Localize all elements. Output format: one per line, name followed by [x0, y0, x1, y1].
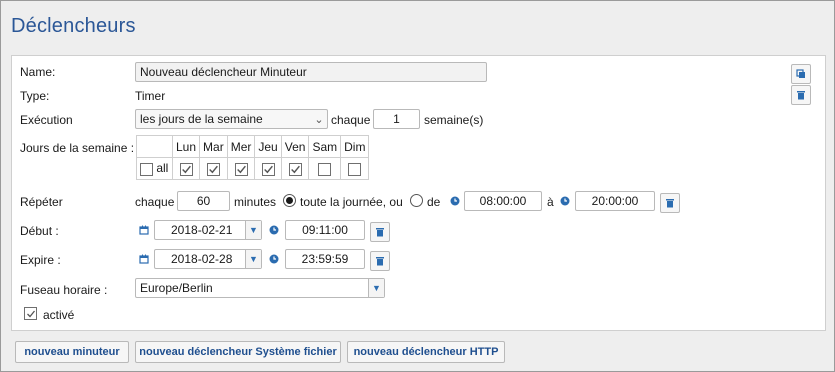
start-date-value: 2018-02-21 — [171, 223, 233, 237]
clock-icon — [450, 196, 460, 206]
trash-icon — [797, 91, 805, 100]
expire-date-value: 2018-02-28 — [171, 252, 233, 266]
day-checkbox[interactable] — [179, 162, 193, 176]
execution-value: les jours de la semaine — [140, 112, 263, 126]
new-http-trigger-button[interactable]: nouveau déclencheur HTTP — [347, 341, 505, 363]
type-value: Timer — [135, 89, 166, 103]
from-label: de — [427, 195, 441, 209]
all-day-radio[interactable] — [283, 194, 296, 207]
all-days-label: all — [156, 161, 169, 176]
calendar-icon — [139, 254, 149, 264]
days-table: Lun Mar Mer Jeu Ven Sam Dim all — [136, 135, 370, 180]
chevron-down-icon: ▼ — [245, 221, 261, 239]
checkbox-check-icon — [26, 310, 35, 317]
days-label: Jours de la semaine : — [20, 141, 135, 155]
day-checkbox[interactable] — [206, 162, 220, 176]
start-time-input[interactable] — [285, 220, 365, 240]
to-time-input[interactable] — [575, 191, 655, 211]
timezone-label: Fuseau horaire : — [20, 283, 108, 297]
trash-icon — [376, 257, 384, 266]
name-label: Name: — [20, 65, 56, 79]
from-time-input[interactable] — [464, 191, 542, 211]
expire-date-picker[interactable]: 2018-02-28 ▼ — [154, 249, 262, 269]
clear-start-button[interactable] — [370, 222, 390, 242]
copy-icon — [796, 69, 805, 78]
new-timer-button[interactable]: nouveau minuteur — [15, 341, 129, 363]
day-checkbox[interactable] — [288, 162, 302, 176]
start-label: Début : — [20, 224, 59, 238]
day-checkbox[interactable] — [234, 162, 248, 176]
chevron-down-icon: ▼ — [368, 279, 384, 297]
trash-icon — [376, 228, 384, 237]
clock-icon — [560, 196, 570, 206]
duplicate-trigger-button[interactable] — [791, 64, 811, 84]
active-label: activé — [43, 308, 75, 322]
day-header: Lun — [171, 135, 201, 158]
expire-time-input[interactable] — [285, 249, 365, 269]
minutes-label: minutes — [234, 195, 277, 209]
checkbox-check-icon — [290, 165, 300, 173]
timezone-select[interactable]: Europe/Berlin ▼ — [135, 278, 385, 298]
weeks-unit-label: semaine(s) — [424, 113, 484, 127]
day-checkbox[interactable] — [261, 162, 275, 176]
day-header: Jeu — [254, 135, 282, 158]
chevron-down-icon: ⌄ — [314, 113, 324, 126]
clock-icon — [269, 254, 279, 264]
execution-select[interactable]: les jours de la semaine ⌄ — [135, 109, 328, 129]
page-title: Déclencheurs — [11, 15, 136, 37]
expire-label: Expire : — [20, 253, 61, 267]
clock-icon — [269, 225, 279, 235]
every-label: chaque — [331, 113, 371, 127]
timezone-value: Europe/Berlin — [140, 281, 213, 295]
day-header: Sam — [308, 135, 342, 158]
all-days-checkbox[interactable] — [140, 162, 153, 176]
chevron-down-icon: ▼ — [245, 250, 261, 268]
clear-expire-button[interactable] — [370, 251, 390, 271]
day-header: Mer — [226, 135, 256, 158]
new-filesystem-trigger-button[interactable]: nouveau déclencheur Système fichier — [135, 341, 341, 363]
trigger-panel: Name: Type: Timer Exécution les jours de… — [11, 55, 826, 331]
repeat-minutes-input[interactable] — [177, 191, 230, 211]
execution-label: Exécution — [20, 113, 73, 127]
all-day-label: toute la journée, ou — [300, 195, 403, 209]
triggers-window: Déclencheurs Name: Type: Timer Exécution… — [0, 0, 835, 372]
clear-repeat-button[interactable] — [660, 193, 680, 213]
start-date-picker[interactable]: 2018-02-21 ▼ — [154, 220, 262, 240]
delete-trigger-button[interactable] — [791, 85, 811, 105]
day-header: Mar — [199, 135, 228, 158]
day-header: Dim — [340, 135, 370, 158]
day-checkbox[interactable] — [318, 162, 332, 176]
to-label: à — [547, 195, 554, 209]
weeks-input[interactable] — [373, 109, 420, 129]
checkbox-check-icon — [236, 165, 246, 173]
repeat-every-label: chaque — [135, 195, 175, 209]
day-header: Ven — [280, 135, 310, 158]
name-input[interactable] — [135, 62, 487, 82]
day-checkbox[interactable] — [348, 162, 362, 176]
active-checkbox[interactable] — [24, 307, 37, 320]
type-label: Type: — [20, 89, 50, 103]
checkbox-check-icon — [209, 165, 218, 173]
calendar-icon — [139, 225, 149, 235]
repeat-label: Répéter — [20, 195, 63, 209]
checkbox-check-icon — [263, 165, 273, 173]
trash-icon — [666, 199, 674, 208]
checkbox-check-icon — [181, 165, 191, 173]
time-range-radio[interactable] — [410, 194, 423, 207]
